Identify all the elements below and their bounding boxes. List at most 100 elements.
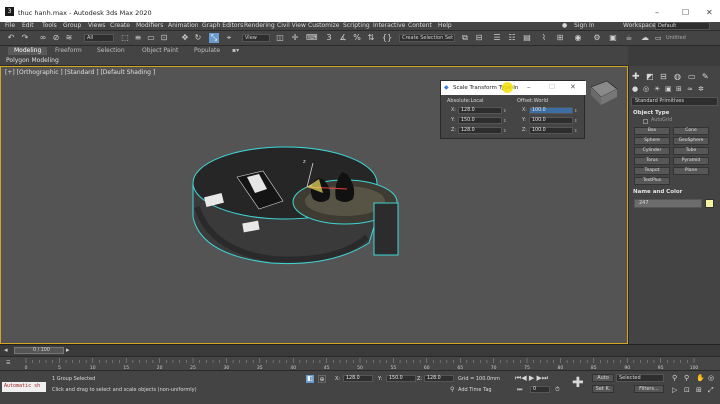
named-selection-dropdown[interactable]: Create Selection Set bbox=[399, 34, 455, 42]
utilities-tab-icon[interactable]: ✎ bbox=[702, 72, 709, 81]
zoom-all-icon[interactable]: ⚲ bbox=[684, 374, 689, 382]
geosphere-button[interactable]: GeoSphere bbox=[673, 137, 709, 145]
toggle-ribbon-icon[interactable]: ▤ bbox=[522, 33, 532, 43]
schematic-view-icon[interactable]: ⊞ bbox=[555, 33, 565, 43]
timeline-ruler[interactable]: 0 5 10 15 20 25 30 35 40 45 50 55 60 65 70 75 80 85 90 95 10… bbox=[24, 357, 700, 371]
scale-icon[interactable]: ⤡ bbox=[209, 33, 219, 43]
menu-graph-editors[interactable]: Graph Editors bbox=[202, 22, 243, 29]
tab-object-paint[interactable]: Object Paint bbox=[142, 47, 178, 54]
material-editor-icon[interactable]: ◉ bbox=[573, 33, 583, 43]
add-time-tag-icon[interactable]: ⚲ bbox=[450, 386, 454, 393]
select-manipulate-icon[interactable]: ✛ bbox=[290, 33, 300, 43]
offset-y-spinner[interactable]: ⇕ bbox=[574, 118, 577, 123]
menu-interactive[interactable]: Interactive bbox=[373, 22, 405, 29]
menu-help[interactable]: Help bbox=[438, 22, 452, 29]
minimize-button[interactable]: – bbox=[655, 8, 659, 17]
time-slider-right-arrow[interactable]: ▸ bbox=[66, 346, 70, 354]
coord-x-field[interactable]: 128.0 bbox=[343, 375, 373, 382]
coord-z-field[interactable]: 128.0 bbox=[424, 375, 454, 382]
scale-transform-dialog[interactable]: ◆ Scale Transform Type-In – ☐ ✕ Absolute… bbox=[440, 80, 586, 139]
redo-icon[interactable]: ↷ bbox=[20, 33, 30, 43]
menu-edit[interactable]: Edit bbox=[22, 22, 34, 29]
object-type-rollout-title[interactable]: Object Type bbox=[633, 110, 669, 116]
selected-dropdown[interactable]: Selected bbox=[616, 374, 664, 382]
offset-y-field[interactable]: 100.0 bbox=[529, 117, 573, 124]
shapes-icon[interactable]: ◎ bbox=[643, 85, 649, 93]
cone-button[interactable]: Cone bbox=[673, 127, 709, 135]
plane-button[interactable]: Plane bbox=[673, 167, 709, 175]
rotate-icon[interactable]: ↻ bbox=[193, 33, 203, 43]
display-tab-icon[interactable]: ▭ bbox=[688, 72, 696, 81]
menu-modifiers[interactable]: Modifiers bbox=[136, 22, 163, 29]
keyboard-shortcut-icon[interactable]: ⌨ bbox=[306, 33, 318, 43]
spinner-snap-icon[interactable]: ⇅ bbox=[366, 33, 376, 43]
geometry-icon[interactable]: ● bbox=[632, 85, 638, 93]
dialog-close-button[interactable]: ✕ bbox=[570, 83, 576, 91]
offset-z-spinner[interactable]: ⇕ bbox=[574, 128, 577, 133]
sphere-button[interactable]: Sphere bbox=[634, 137, 670, 145]
pan-icon[interactable]: ✋ bbox=[696, 374, 705, 382]
dialog-maximize-button[interactable]: ☐ bbox=[549, 83, 555, 91]
pivot-center-icon[interactable]: ◫ bbox=[275, 33, 285, 43]
abs-y-field[interactable]: 150.0 bbox=[458, 117, 502, 124]
zoom-extents-icon[interactable]: ⊡ bbox=[684, 386, 690, 394]
window-crossing-icon[interactable]: ⊡ bbox=[159, 33, 169, 43]
menu-animation[interactable]: Animation bbox=[168, 22, 199, 29]
menu-group[interactable]: Group bbox=[63, 22, 81, 29]
menu-content[interactable]: Content bbox=[408, 22, 432, 29]
time-slider-bar[interactable]: ◂ 0 / 100 ▸ bbox=[0, 344, 720, 356]
dialog-minimize-button[interactable]: – bbox=[527, 83, 531, 91]
move-icon[interactable]: ✥ bbox=[180, 33, 190, 43]
tab-selection[interactable]: Selection bbox=[97, 47, 125, 54]
field-of-view-icon[interactable]: ▷ bbox=[672, 386, 677, 394]
bind-space-warp-icon[interactable]: ≋ bbox=[64, 33, 74, 43]
lights-icon[interactable]: ☀ bbox=[654, 85, 660, 93]
sign-in-dropdown[interactable]: Sign In bbox=[574, 22, 595, 29]
abs-x-field[interactable]: 128.0 bbox=[458, 107, 502, 114]
select-object-icon[interactable]: ⬚ bbox=[120, 33, 130, 43]
add-time-tag[interactable]: Add Time Tag bbox=[458, 387, 492, 393]
menu-civil-view[interactable]: Civil View bbox=[277, 22, 306, 29]
mirror-icon[interactable]: ⧉ bbox=[460, 33, 470, 43]
track-bar[interactable]: ☰ 0 5 10 15 20 25 30 35 40 45 50 55 60 65 70 75 80 85 90 95… bbox=[0, 356, 720, 371]
rendered-frame-window-icon[interactable]: ▣ bbox=[608, 33, 618, 43]
tube-button[interactable]: Tube bbox=[673, 147, 709, 155]
ribbon-options-icon[interactable]: ▪▾ bbox=[232, 47, 239, 54]
menu-create[interactable]: Create bbox=[110, 22, 130, 29]
user-icon[interactable]: ● bbox=[562, 22, 567, 29]
undo-icon[interactable]: ↶ bbox=[6, 33, 16, 43]
menu-tools[interactable]: Tools bbox=[42, 22, 57, 29]
snaps-toggle-icon[interactable]: 3 bbox=[324, 33, 334, 43]
autogrid-checkbox[interactable] bbox=[643, 119, 648, 124]
coord-y-field[interactable]: 150.0 bbox=[386, 375, 416, 382]
offset-z-field[interactable]: 100.0 bbox=[529, 127, 573, 134]
teapot-button[interactable]: Teapot bbox=[634, 167, 670, 175]
tab-freeform[interactable]: Freeform bbox=[55, 47, 82, 54]
reference-coordinate-dropdown[interactable]: View bbox=[242, 34, 270, 42]
tab-populate[interactable]: Populate bbox=[194, 47, 220, 54]
abs-x-spinner[interactable]: ⇕ bbox=[503, 108, 506, 113]
key-mode-icon[interactable]: ⏭ bbox=[517, 386, 522, 394]
box-button[interactable]: Box bbox=[634, 127, 670, 135]
select-by-name-icon[interactable]: ≡ bbox=[133, 33, 143, 43]
torus-button[interactable]: Torus bbox=[634, 157, 670, 165]
object-name-field[interactable]: 247 bbox=[634, 199, 702, 208]
hierarchy-tab-icon[interactable]: ⊟ bbox=[660, 72, 667, 81]
set-key-icon[interactable]: ✚ bbox=[572, 375, 584, 391]
rectangular-selection-icon[interactable]: ▭ bbox=[146, 33, 156, 43]
create-tab-icon[interactable]: ✚ bbox=[632, 72, 640, 82]
close-button[interactable]: ✕ bbox=[706, 8, 713, 17]
name-and-color-rollout-title[interactable]: Name and Color bbox=[633, 189, 682, 195]
menu-customize[interactable]: Customize bbox=[308, 22, 340, 29]
systems-icon[interactable]: ✲ bbox=[698, 85, 704, 93]
track-bar-menu-icon[interactable]: ☰ bbox=[6, 360, 10, 366]
primitive-category-dropdown[interactable]: Standard Primitives bbox=[631, 97, 718, 106]
motion-tab-icon[interactable]: ◍ bbox=[674, 72, 681, 81]
curve-editor-icon[interactable]: ⌇ bbox=[539, 33, 549, 43]
object-color-swatch[interactable] bbox=[705, 199, 714, 208]
cameras-icon[interactable]: ▣ bbox=[665, 85, 672, 93]
orbit-icon[interactable]: ◎ bbox=[708, 374, 714, 382]
workspaces-dropdown[interactable]: Default bbox=[655, 22, 710, 30]
abs-y-spinner[interactable]: ⇕ bbox=[503, 118, 506, 123]
offset-x-field[interactable]: 100.0 bbox=[529, 107, 573, 114]
